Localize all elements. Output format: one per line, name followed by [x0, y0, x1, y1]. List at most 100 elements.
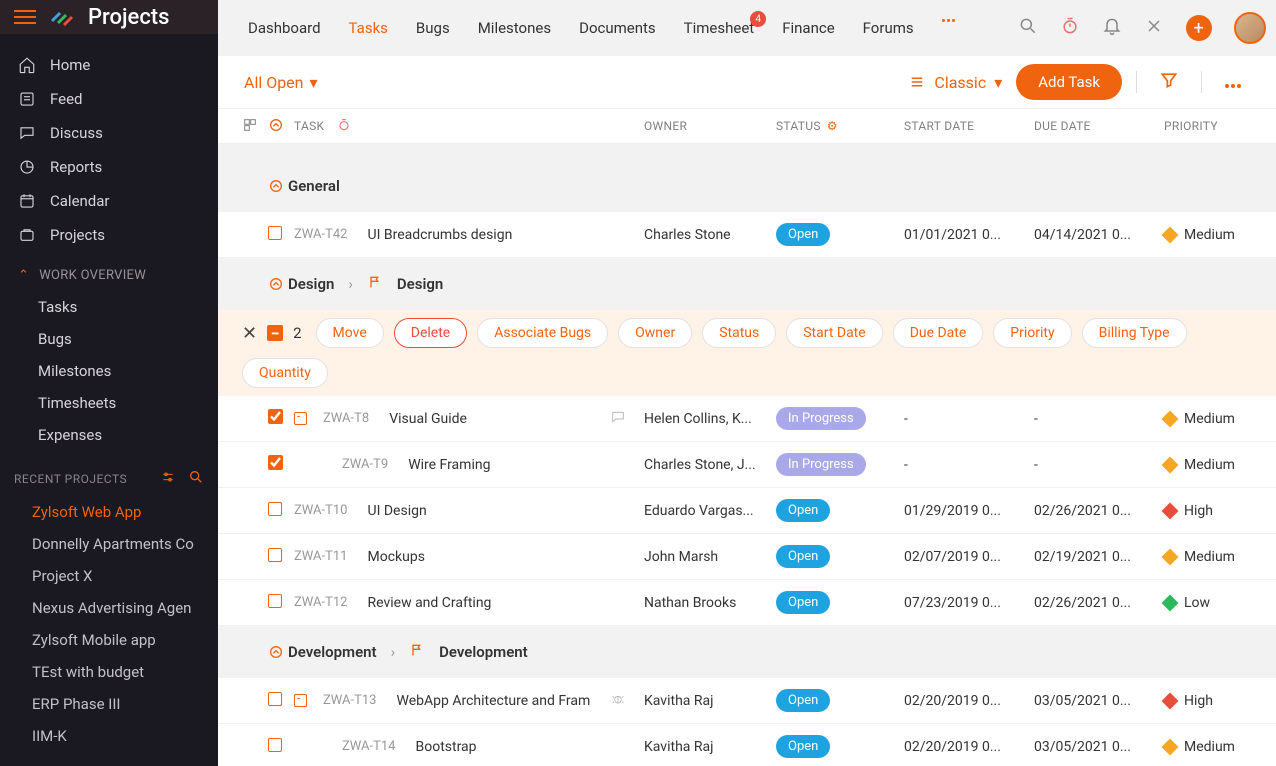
- collapse-icon[interactable]: [218, 178, 288, 194]
- sidebar-section-work-overview[interactable]: ⌃WORK OVERVIEW: [0, 260, 218, 291]
- row-checkbox[interactable]: [268, 409, 283, 424]
- tab-forums[interactable]: Forums: [863, 19, 914, 37]
- priority-label: High: [1184, 693, 1213, 709]
- search-icon[interactable]: [1018, 16, 1038, 40]
- task-row[interactable]: ZWA-T13WebApp Architecture and Fram Kavi…: [218, 678, 1276, 724]
- status-pill[interactable]: Open: [776, 223, 830, 246]
- task-row[interactable]: ZWA-T8Visual Guide Helen Collins, K... I…: [218, 396, 1276, 442]
- bulk-owner-button[interactable]: Owner: [618, 318, 692, 348]
- tab-more[interactable]: [942, 19, 962, 37]
- avatar[interactable]: [1234, 12, 1266, 44]
- status-pill[interactable]: In Progress: [776, 453, 866, 476]
- row-checkbox[interactable]: [268, 594, 282, 608]
- recent-project[interactable]: IIM-K: [0, 720, 218, 752]
- row-checkbox[interactable]: [268, 692, 282, 706]
- comment-icon[interactable]: [610, 409, 626, 429]
- bug-icon[interactable]: [610, 691, 626, 711]
- divider: [1201, 71, 1202, 93]
- row-checkbox[interactable]: [268, 455, 283, 470]
- bell-icon[interactable]: [1102, 16, 1122, 40]
- row-checkbox[interactable]: [268, 226, 282, 240]
- tab-dashboard[interactable]: Dashboard: [248, 19, 321, 37]
- bulk-billing-type-button[interactable]: Billing Type: [1082, 318, 1187, 348]
- collapse-icon[interactable]: [218, 644, 288, 660]
- tab-documents[interactable]: Documents: [579, 19, 656, 37]
- sidebar-item-feed[interactable]: Feed: [0, 82, 218, 116]
- recent-project[interactable]: Zylsoft Web App: [0, 496, 218, 528]
- priority-label: Low: [1184, 595, 1210, 611]
- tab-bugs[interactable]: Bugs: [416, 19, 450, 37]
- row-checkbox[interactable]: [268, 548, 282, 562]
- tab-tasks[interactable]: Tasks: [349, 19, 388, 37]
- gear-icon[interactable]: ⚙: [827, 119, 838, 133]
- task-row[interactable]: ZWA-T42UI Breadcrumbs design Charles Sto…: [218, 212, 1276, 258]
- timer-icon[interactable]: [1060, 16, 1080, 40]
- milestone-icon: [367, 274, 383, 294]
- tools-icon[interactable]: [1144, 16, 1164, 40]
- sidebar-item-reports[interactable]: Reports: [0, 150, 218, 184]
- recent-project[interactable]: ERP Phase III: [0, 688, 218, 720]
- tab-timesheet[interactable]: Timesheet4: [684, 19, 755, 37]
- task-row[interactable]: ZWA-T14Bootstrap Kavitha Raj Open 02/20/…: [218, 724, 1276, 766]
- start-date: -: [904, 411, 1034, 427]
- row-checkbox[interactable]: [268, 738, 282, 752]
- sidebar-sub-timesheets[interactable]: Timesheets: [0, 387, 218, 419]
- group-row[interactable]: Development›Development: [218, 626, 1276, 678]
- more-icon[interactable]: [1216, 73, 1250, 92]
- recent-project[interactable]: Donnelly Apartments Co: [0, 528, 218, 560]
- bulk-due-date-button[interactable]: Due Date: [893, 318, 984, 348]
- close-icon[interactable]: ✕: [242, 323, 257, 344]
- status-pill[interactable]: Open: [776, 499, 830, 522]
- row-checkbox[interactable]: [268, 502, 282, 516]
- bulk-move-button[interactable]: Move: [316, 318, 384, 348]
- bulk-priority-button[interactable]: Priority: [993, 318, 1071, 348]
- sidebar-item-projects[interactable]: Projects: [0, 218, 218, 252]
- view-toggle[interactable]: Classic ▾: [908, 73, 1002, 92]
- task-id: ZWA-T9: [342, 457, 388, 472]
- bulk-status-button[interactable]: Status: [702, 318, 776, 348]
- deselect-icon[interactable]: −: [267, 325, 283, 341]
- tab-milestones[interactable]: Milestones: [478, 19, 551, 37]
- tab-finance[interactable]: Finance: [782, 19, 834, 37]
- column-settings-icon[interactable]: [242, 117, 258, 136]
- sidebar-sub-tasks[interactable]: Tasks: [0, 291, 218, 323]
- add-button[interactable]: +: [1186, 15, 1212, 41]
- recent-project[interactable]: Project X: [0, 560, 218, 592]
- group-row[interactable]: Design›Design: [218, 258, 1276, 310]
- status-pill[interactable]: In Progress: [776, 407, 866, 430]
- sidebar-item-home[interactable]: Home: [0, 48, 218, 82]
- filter-dropdown[interactable]: All Open ▾: [244, 73, 318, 92]
- status-pill[interactable]: Open: [776, 689, 830, 712]
- bulk-associate-bugs-button[interactable]: Associate Bugs: [477, 318, 608, 348]
- bulk-delete-button[interactable]: Delete: [394, 318, 467, 348]
- recent-project[interactable]: Zylsoft Mobile app: [0, 624, 218, 656]
- task-id: ZWA-T12: [294, 595, 348, 610]
- status-pill[interactable]: Open: [776, 591, 830, 614]
- search-icon[interactable]: [188, 469, 204, 488]
- menu-toggle[interactable]: [14, 10, 36, 24]
- sidebar-sub-bugs[interactable]: Bugs: [0, 323, 218, 355]
- sidebar-item-calendar[interactable]: Calendar: [0, 184, 218, 218]
- task-row[interactable]: ZWA-T10UI Design Eduardo Vargas... Open …: [218, 488, 1276, 534]
- add-task-button[interactable]: Add Task: [1016, 64, 1122, 100]
- recent-project[interactable]: TEst with budget: [0, 656, 218, 688]
- task-row[interactable]: ZWA-T11Mockups John Marsh Open 02/07/201…: [218, 534, 1276, 580]
- task-row[interactable]: ZWA-T9Wire Framing Charles Stone, J... I…: [218, 442, 1276, 488]
- collapse-all-icon[interactable]: [268, 117, 284, 136]
- sidebar-sub-milestones[interactable]: Milestones: [0, 355, 218, 387]
- task-row[interactable]: ZWA-T12Review and Crafting Nathan Brooks…: [218, 580, 1276, 626]
- bulk-start-date-button[interactable]: Start Date: [786, 318, 882, 348]
- collapse-icon[interactable]: [218, 276, 288, 292]
- recent-project[interactable]: Nexus Advertising Agen: [0, 592, 218, 624]
- priority-icon: [1162, 548, 1179, 565]
- sidebar-item-discuss[interactable]: Discuss: [0, 116, 218, 150]
- filter-icon[interactable]: [1151, 70, 1187, 94]
- selection-count: 2: [293, 324, 301, 342]
- sidebar-section-recent: RECENT PROJECTS: [0, 461, 218, 496]
- group-row[interactable]: General: [218, 160, 1276, 212]
- sidebar-sub-expenses[interactable]: Expenses: [0, 419, 218, 451]
- settings-icon[interactable]: [160, 469, 176, 488]
- bulk-quantity-button[interactable]: Quantity: [242, 358, 328, 388]
- status-pill[interactable]: Open: [776, 735, 830, 758]
- status-pill[interactable]: Open: [776, 545, 830, 568]
